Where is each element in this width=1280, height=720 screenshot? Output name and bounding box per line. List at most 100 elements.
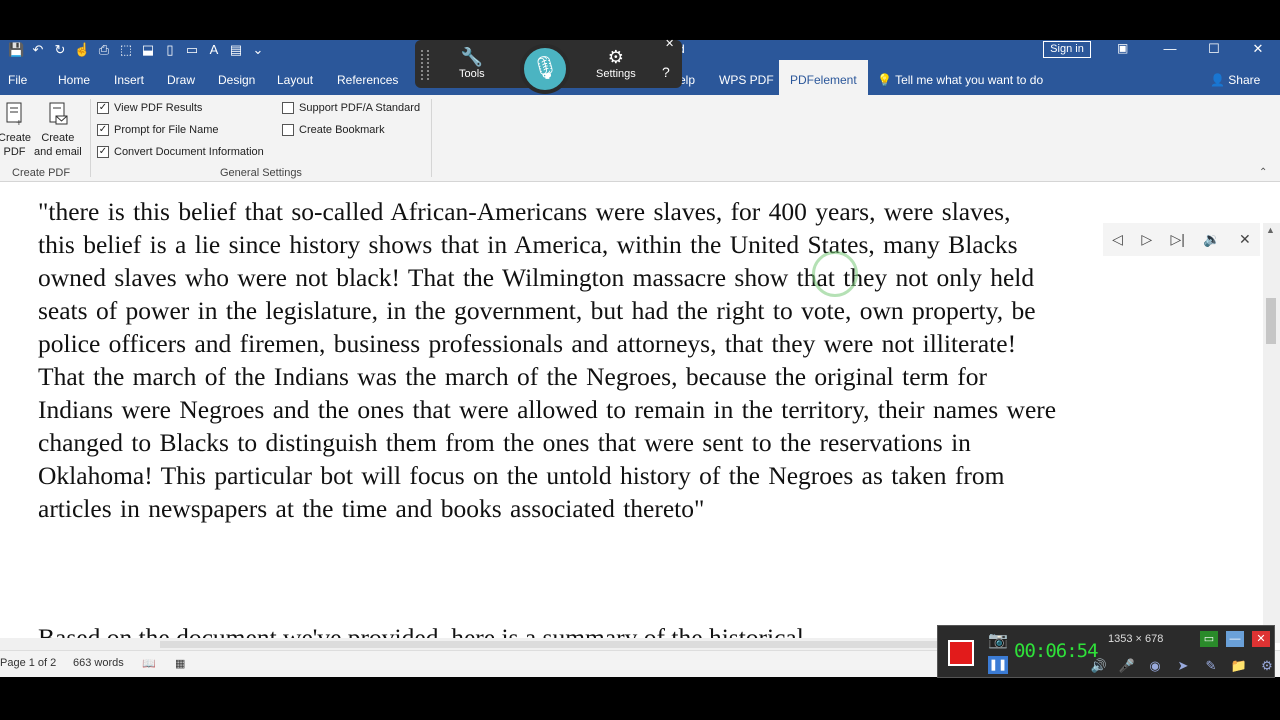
folder-icon[interactable]: 📁 [1228, 656, 1250, 676]
pdf-icon[interactable]: ⬚ [118, 42, 134, 58]
tools-label: Tools [459, 68, 485, 80]
format-painter-icon[interactable]: A [206, 42, 222, 58]
macro-icon[interactable]: ▦ [175, 657, 185, 670]
text-line: police officers and firemen, business pr… [38, 329, 1017, 358]
ribbon-display-options-icon[interactable]: ▣ [1117, 41, 1128, 55]
speaker-icon[interactable]: 🔊 [1088, 656, 1110, 676]
recorder-settings-icon[interactable]: ⚙ [1256, 656, 1278, 676]
tab-home[interactable]: Home [58, 60, 90, 95]
tools-button[interactable]: 🔧 Tools [459, 46, 485, 80]
redo-icon[interactable]: ↻ [52, 42, 68, 58]
save-icon[interactable]: 💾 [8, 42, 24, 58]
checkbox-label: View PDF Results [114, 102, 203, 114]
tab-layout[interactable]: Layout [277, 60, 313, 95]
speaker-settings-icon[interactable]: 🔉 [1203, 231, 1220, 248]
new-icon[interactable]: ▯ [162, 42, 178, 58]
create-pdf-icon: + [6, 102, 22, 127]
vertical-scrollbar[interactable]: ▲ [1263, 223, 1280, 643]
close-read-aloud-icon[interactable]: ✕ [1239, 231, 1251, 248]
word-count[interactable]: 663 words [73, 657, 124, 669]
document-paragraph: "there is this belief that so-called Afr… [38, 195, 1178, 525]
checkbox-label: Create Bookmark [299, 124, 385, 136]
text-line: That the march of the Indians was the ma… [38, 362, 987, 391]
person-icon: 👤 [1210, 73, 1229, 87]
clipboard-icon[interactable]: ▤ [228, 42, 244, 58]
share-button[interactable]: 👤 Share [1210, 60, 1260, 95]
read-aloud-controls: ◁ ▷ ▷| 🔉 ✕ [1103, 223, 1260, 256]
hscroll-thumb[interactable] [160, 641, 940, 648]
tab-pdfelement[interactable]: PDFelement [779, 60, 868, 95]
pen-icon[interactable]: ✎ [1200, 656, 1222, 676]
checkbox-unchecked-icon [282, 124, 294, 136]
drag-handle[interactable] [421, 50, 429, 80]
touch-mode-icon[interactable]: ☝ [74, 42, 90, 58]
save-as-icon[interactable]: ⬓ [140, 42, 156, 58]
tab-draw[interactable]: Draw [167, 60, 195, 95]
play-icon[interactable]: ▷ [1141, 231, 1152, 248]
create-pdf-line-1: Create [0, 132, 32, 144]
customize-icon[interactable]: ⌄ [250, 42, 266, 58]
svg-text:+: + [16, 118, 22, 127]
recorder-minimize-icon[interactable]: — [1226, 631, 1244, 647]
next-icon[interactable]: ▷| [1170, 231, 1184, 248]
tab-insert[interactable]: Insert [114, 60, 144, 95]
minimize-icon[interactable]: — [1148, 40, 1192, 60]
create-and-email-button[interactable]: Create and email [34, 101, 82, 159]
close-icon[interactable]: ✕ [1236, 40, 1280, 60]
checkbox-checked-icon: ✓ [97, 124, 109, 136]
checkbox-label: Support PDF/A Standard [299, 102, 421, 114]
quick-access-toolbar: 💾 ↶ ↻ ☝ ⎙ ⬚ ⬓ ▯ ▭ A ▤ ⌄ [8, 42, 266, 58]
create-email-icon [49, 102, 68, 125]
camera-icon[interactable]: 📷 [988, 630, 1008, 650]
page-count[interactable]: Page 1 of 2 [0, 657, 56, 669]
microphone-button[interactable]: 🎙 [520, 44, 570, 94]
maximize-icon[interactable]: ☐ [1192, 40, 1236, 60]
proofing-icon[interactable]: 📖 [142, 657, 156, 670]
record-stop-button[interactable] [948, 640, 974, 666]
text-line: this belief is a lie since history shows… [38, 230, 1018, 259]
undo-icon[interactable]: ↶ [30, 42, 46, 58]
text-line: Indians were Negroes and the ones that w… [38, 395, 1057, 424]
cursor-icon[interactable]: ➤ [1172, 656, 1194, 676]
text-line: seats of power in the legislature, in th… [38, 296, 1036, 325]
settings-label: Settings [596, 68, 636, 80]
create-email-line-1: Create [41, 132, 75, 144]
checkbox-unchecked-icon [282, 102, 294, 114]
tab-design[interactable]: Design [218, 60, 255, 95]
previous-icon[interactable]: ◁ [1112, 231, 1123, 248]
recording-timer: 00:06:54 [1014, 640, 1099, 662]
partial-text-line: Based on the document we've provided, he… [38, 623, 804, 638]
scroll-up-icon[interactable]: ▲ [1266, 225, 1275, 235]
checkbox-view-pdf-results[interactable]: ✓ View PDF Results [97, 102, 202, 114]
microphone-icon[interactable]: 🎤 [1116, 656, 1138, 676]
settings-button[interactable]: ⚙ Settings [596, 46, 636, 80]
help-icon[interactable]: ? [662, 64, 670, 80]
print-preview-icon[interactable]: ⎙ [96, 42, 112, 58]
open-icon[interactable]: ▭ [184, 42, 200, 58]
create-pdf-line-2: PDF [3, 146, 26, 158]
webcam-icon[interactable]: ◉ [1144, 656, 1166, 676]
tab-wps-pdf[interactable]: WPS PDF [719, 60, 774, 95]
checkbox-prompt-file-name[interactable]: ✓ Prompt for File Name [97, 124, 219, 136]
tell-me-search[interactable]: 💡 Tell me what you want to do [877, 60, 1043, 95]
capture-size: 1353 × 678 [1108, 633, 1164, 645]
tab-references[interactable]: References [337, 60, 398, 95]
group-create-pdf-label: Create PDF [12, 167, 71, 179]
checkbox-create-bookmark[interactable]: Create Bookmark [282, 124, 385, 136]
document-page[interactable]: "there is this belief that so-called Afr… [0, 183, 1263, 638]
recorder-close-icon[interactable]: ✕ [1252, 631, 1270, 647]
scroll-thumb[interactable] [1266, 298, 1276, 344]
collapse-ribbon-icon[interactable]: ⌃ [1259, 167, 1267, 178]
toolbar-close-icon[interactable]: ✕ [665, 37, 674, 50]
pause-button[interactable]: ❚❚ [988, 656, 1008, 674]
checkbox-convert-doc-info[interactable]: ✓ Convert Document Information [97, 146, 264, 158]
checkbox-checked-icon: ✓ [97, 146, 109, 158]
tab-file[interactable]: File [8, 60, 27, 95]
sign-in-button[interactable]: Sign in [1043, 41, 1091, 58]
lightbulb-icon: 💡 [877, 73, 896, 87]
microphone-icon: 🎙 [531, 55, 559, 80]
create-pdf-button[interactable]: + Create PDF [0, 101, 31, 159]
recorder-restore-icon[interactable]: ▭ [1200, 631, 1218, 647]
checkbox-support-pdfa[interactable]: Support PDF/A Standard [282, 102, 420, 114]
window-controls: — ☐ ✕ [1148, 40, 1280, 60]
